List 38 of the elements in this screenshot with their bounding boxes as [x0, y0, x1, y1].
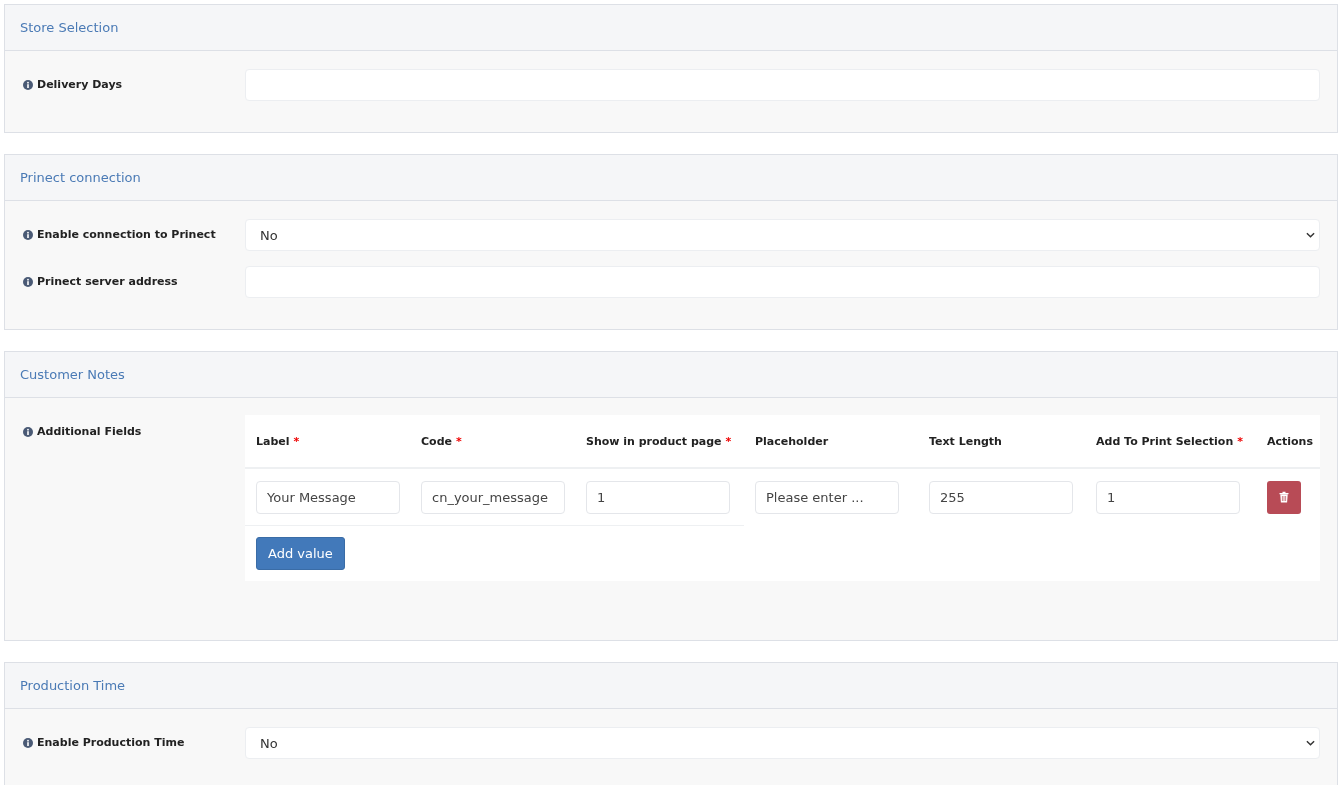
field-label: Enable Production Time: [37, 736, 185, 749]
column-header: Text Length: [929, 434, 1002, 448]
required-mark: *: [293, 434, 300, 448]
chevron-down-icon: [1306, 232, 1315, 238]
info-icon: [23, 276, 33, 287]
trash-icon: [1279, 491, 1289, 503]
column-header: Actions: [1267, 434, 1313, 448]
info-icon: [23, 229, 33, 240]
input-field[interactable]: 1: [586, 480, 730, 514]
column-header: Label: [256, 434, 290, 448]
required-mark: *: [725, 434, 732, 448]
section-title: Prinect connection: [20, 170, 141, 185]
column-header: Show in product page: [586, 434, 722, 448]
field-label: Prinect server address: [37, 275, 178, 288]
input-field[interactable]: cn_your_message: [421, 480, 565, 514]
required-mark: *: [1237, 434, 1243, 448]
column-header: Placeholder: [755, 434, 829, 448]
section-title: Production Time: [20, 678, 126, 693]
select-field[interactable]: No: [245, 727, 1320, 759]
input-field[interactable]: 1: [1096, 480, 1240, 514]
field-label: Enable connection to Prinect: [37, 228, 216, 241]
info-icon: [23, 737, 33, 748]
chevron-down-icon: [1306, 740, 1315, 746]
select-field[interactable]: No: [245, 219, 1320, 251]
info-icon: [23, 79, 33, 90]
input-field[interactable]: Your Message: [256, 480, 400, 514]
column-header: Add To Print Selection: [1096, 434, 1234, 448]
column-header: Code: [421, 434, 452, 448]
field-label: Delivery Days: [37, 78, 123, 91]
required-mark: *: [455, 434, 462, 448]
info-icon: [23, 426, 33, 437]
input-field[interactable]: 255: [929, 480, 1073, 514]
section-title: Customer Notes: [20, 367, 125, 382]
delete-button[interactable]: [1267, 480, 1301, 514]
input-field[interactable]: Please enter ...: [755, 480, 899, 514]
field-label: Additional Fields: [37, 425, 142, 438]
add-value-button[interactable]: Add value: [256, 537, 345, 570]
section-title: Store Selection: [20, 20, 119, 35]
